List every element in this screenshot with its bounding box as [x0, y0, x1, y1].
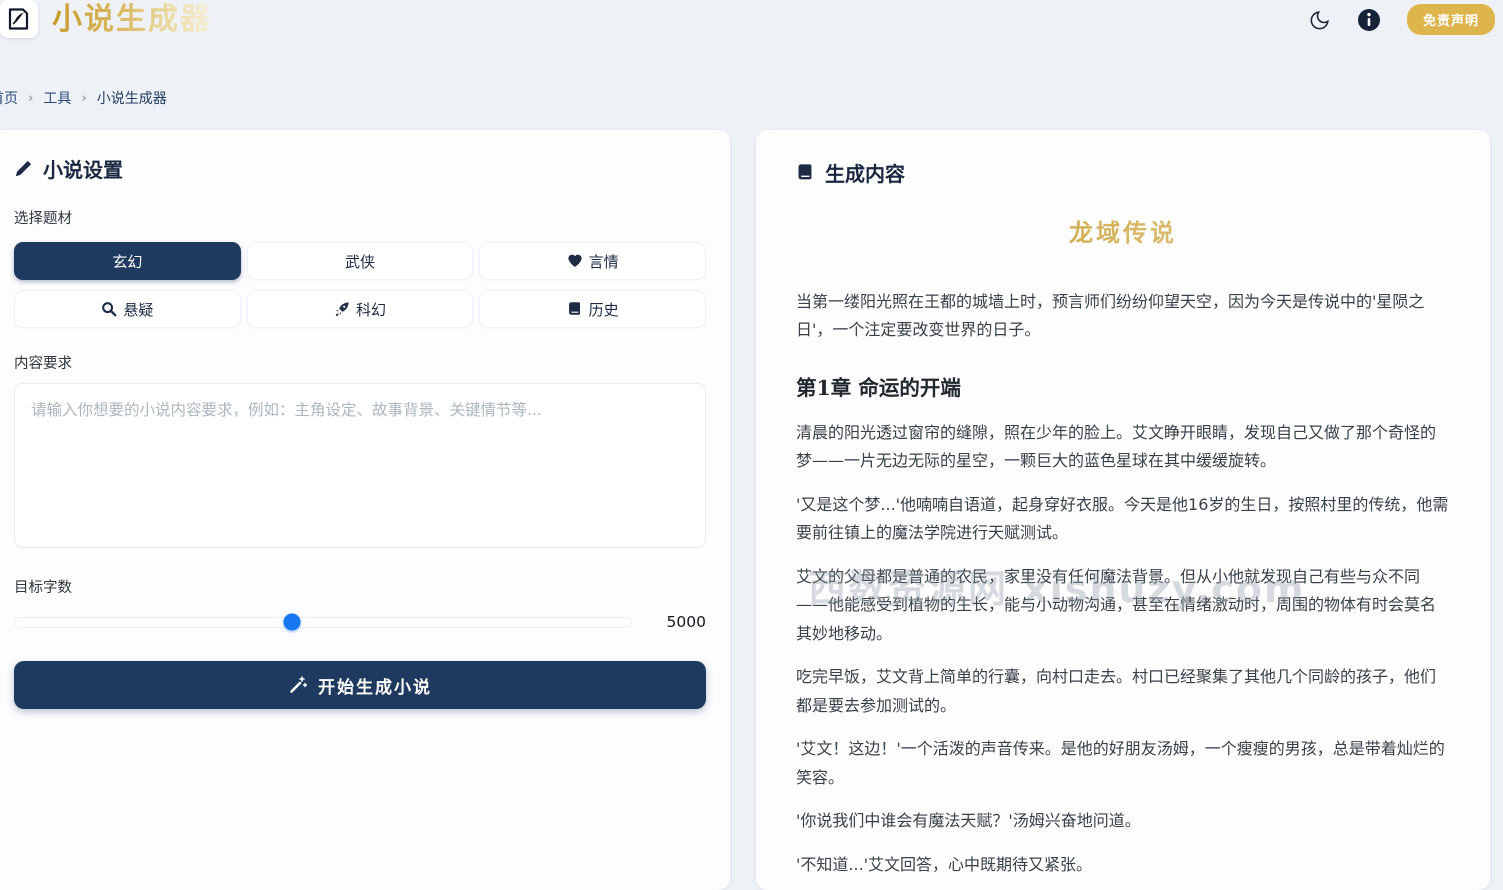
genre-button[interactable]: 悬疑 [14, 290, 241, 328]
genre-label-text: 武侠 [345, 251, 375, 272]
story-paragraph: 吃完早饭，艾文背上简单的行囊，向村口走去。村口已经聚集了其他几个同龄的孩子，他们… [796, 663, 1450, 720]
story-body: 当第一缕阳光照在王都的城墙上时，预言师们纷纷仰望天空，因为今天是传说中的'星陨之… [796, 288, 1450, 890]
disclaimer-button[interactable]: 免责声明 [1407, 4, 1495, 35]
genre-button[interactable]: 武侠 [247, 242, 474, 280]
chapter-heading: 第1章 命运的开端 [796, 371, 1450, 401]
settings-panel-title: 小说设置 [14, 154, 706, 183]
genre-button[interactable]: 言情 [479, 242, 706, 280]
requirements-label: 内容要求 [14, 352, 706, 373]
story-paragraph: 当第一缕阳光照在王都的城墙上时，预言师们纷纷仰望天空，因为今天是传说中的'星陨之… [796, 288, 1450, 345]
requirements-input[interactable] [14, 383, 706, 548]
genre-label-text: 言情 [589, 251, 619, 272]
page-title: 小说生成器 [52, 0, 212, 40]
genre-label-text: 悬疑 [123, 299, 153, 320]
breadcrumb-separator-icon: › [81, 91, 86, 106]
app-header: 小说生成器 免责声明 [0, 0, 1503, 56]
genre-label-text: 玄幻 [112, 251, 142, 272]
story-paragraph: '不知道...'艾文回答，心中既期待又紧张。 [796, 851, 1450, 879]
genre-button[interactable]: 历史 [479, 290, 706, 328]
breadcrumb-item[interactable]: 首页 [0, 88, 18, 108]
genre-label: 选择题材 [14, 207, 706, 228]
app-logo [0, 0, 38, 38]
magnifier-icon [101, 301, 117, 317]
word-count-value: 5000 [654, 613, 706, 631]
word-count-slider-thumb[interactable] [284, 614, 301, 631]
genre-button[interactable]: 科幻 [247, 290, 474, 328]
pencil-icon [14, 159, 33, 178]
magic-wand-icon [288, 675, 308, 695]
story-paragraph: '你说我们中谁会有魔法天赋？'汤姆兴奋地问道。 [796, 807, 1450, 835]
moon-icon [1309, 9, 1331, 31]
story-title: 龙域传说 [796, 213, 1450, 248]
story-paragraph: '艾文！这边！'一个活泼的声音传来。是他的好朋友汤姆，一个瘦瘦的男孩，总是带着灿… [796, 735, 1450, 792]
pen-paper-icon [6, 6, 32, 32]
generated-content-panel: 生成内容 龙域传说 当第一缕阳光照在王都的城墙上时，预言师们纷纷仰望天空，因为今… [756, 130, 1490, 890]
story-paragraph: '又是这个梦...'他喃喃自语道，起身穿好衣服。今天是他16岁的生日，按照村里的… [796, 491, 1450, 548]
heart-icon [567, 253, 583, 269]
info-button[interactable] [1357, 8, 1381, 32]
book-icon [567, 301, 583, 317]
info-icon [1357, 8, 1381, 32]
story-paragraph: 清晨的阳光透过窗帘的缝隙，照在少年的脸上。艾文睁开眼睛，发现自己又做了那个奇怪的… [796, 419, 1450, 476]
breadcrumb-separator-icon: › [28, 91, 33, 106]
novel-settings-panel: 小说设置 选择题材 玄幻 武侠 言情悬疑 科幻 历史 内容要求 目标字数 5000 开始… [0, 130, 730, 890]
breadcrumb-item[interactable]: 工具 [43, 88, 71, 108]
breadcrumb-item: 小说生成器 [97, 88, 167, 108]
word-count-slider[interactable] [14, 617, 632, 628]
generate-novel-button[interactable]: 开始生成小说 [14, 661, 706, 709]
breadcrumb: 首页 › 工具 › 小说生成器 [0, 88, 1503, 108]
genre-label-text: 历史 [589, 299, 619, 320]
genre-button[interactable]: 玄幻 [14, 242, 241, 280]
genre-grid: 玄幻 武侠 言情悬疑 科幻 历史 [14, 242, 706, 328]
word-count-label: 目标字数 [14, 576, 706, 597]
genre-label-text: 科幻 [356, 299, 386, 320]
rocket-icon [334, 301, 350, 317]
content-panel-title: 生成内容 [796, 158, 1450, 187]
book-icon [796, 163, 815, 182]
story-paragraph: 艾文的父母都是普通的农民，家里没有任何魔法背景。但从小他就发现自己有些与众不同—… [796, 563, 1450, 648]
theme-toggle-button[interactable] [1309, 9, 1331, 31]
